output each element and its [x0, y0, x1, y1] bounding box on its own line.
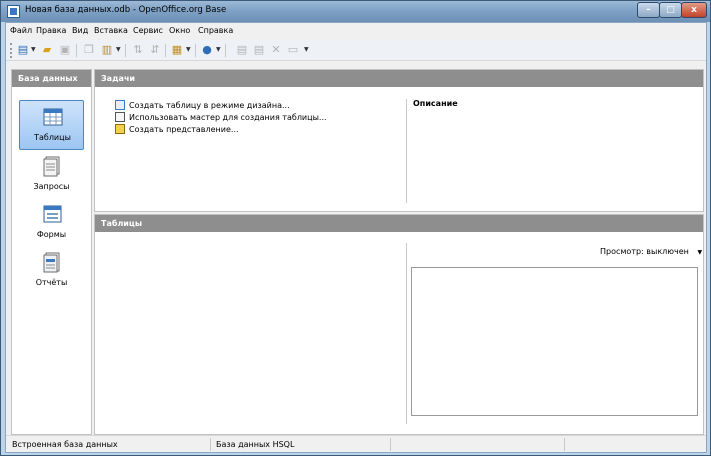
toolbar-grip[interactable] — [10, 43, 12, 58]
paste-icon[interactable]: ▥ — [100, 43, 114, 57]
sidebar-item-forms[interactable]: Формы — [19, 198, 84, 248]
preview-area — [411, 267, 698, 416]
new-dropdown-icon[interactable]: ▼ — [31, 45, 37, 55]
form-icon — [43, 205, 62, 223]
menu-edit[interactable]: Правка — [36, 26, 66, 35]
status-separator — [210, 438, 211, 451]
tables-panel: Таблицы Просмотр: выключен ▼ — [94, 214, 704, 435]
task-create-view[interactable]: Создать представление... — [115, 124, 239, 136]
table-icon — [43, 108, 63, 126]
form-icon[interactable]: ▦ — [170, 43, 184, 57]
open-folder-icon[interactable]: ▰ — [40, 43, 54, 57]
toolbar-separator — [195, 44, 196, 57]
task-create-table-design[interactable]: Создать таблицу в режиме дизайна... — [115, 100, 290, 112]
menu-help[interactable]: Справка — [198, 26, 233, 35]
wizard-icon — [115, 112, 125, 122]
menu-window[interactable]: Окно — [169, 26, 190, 35]
sidebar-item-label: Формы — [36, 230, 67, 239]
delete-icon[interactable]: ✕ — [269, 43, 283, 57]
new-document-icon[interactable]: ▤ — [16, 43, 30, 57]
client-area: Файл Правка Вид Вставка Сервис Окно Спра… — [5, 22, 707, 453]
database-sidebar: База данных Таблицы Запросы Формы Отчёты — [11, 69, 92, 435]
toolbar-separator — [76, 44, 77, 57]
description-title: Описание — [413, 99, 458, 108]
menu-tools[interactable]: Сервис — [133, 26, 163, 35]
minimize-button[interactable]: – — [637, 2, 660, 18]
tasks-panel: Задачи Создать таблицу в режиме дизайна.… — [94, 69, 704, 212]
save-icon[interactable]: ▣ — [58, 43, 72, 57]
status-separator — [390, 438, 391, 451]
report-icon — [43, 252, 60, 273]
form-dropdown-icon[interactable]: ▼ — [186, 45, 192, 55]
menu-bar: Файл Правка Вид Вставка Сервис Окно Спра… — [6, 23, 706, 40]
sidebar-item-tables[interactable]: Таблицы — [19, 100, 84, 150]
help-icon[interactable]: ● — [200, 43, 214, 57]
sidebar-item-label: Таблицы — [34, 133, 71, 142]
toolbar-separator — [225, 44, 226, 57]
copy-icon[interactable]: ❐ — [82, 43, 96, 57]
rename-icon[interactable]: ▭ — [286, 43, 300, 57]
status-db-type: База данных HSQL — [216, 440, 295, 449]
toolbar-overflow-icon[interactable]: ▼ — [304, 45, 310, 55]
tasks-header: Задачи — [95, 70, 703, 87]
tasks-divider — [406, 99, 407, 203]
view-icon — [115, 124, 125, 134]
toolbar-separator — [125, 44, 126, 57]
paste-dropdown-icon[interactable]: ▼ — [116, 45, 122, 55]
sidebar-header: База данных — [12, 70, 91, 87]
menu-view[interactable]: Вид — [72, 26, 88, 35]
close-button[interactable]: x — [681, 2, 707, 18]
status-embedded-db: Встроенная база данных — [12, 440, 118, 449]
chevron-down-icon: ▼ — [697, 249, 703, 256]
table-view-icon[interactable]: ▤ — [235, 43, 249, 57]
tables-header: Таблицы — [95, 215, 703, 232]
window-title: Новая база данных.odb - OpenOffice.org B… — [25, 5, 227, 15]
task-label: Использовать мастер для создания таблицы… — [129, 113, 327, 122]
standard-toolbar: ▤ ▼ ▰ ▣ ❐ ▥ ▼ ⇅ ⇵ ▦ ▼ ● ▼ ▤ ▤ ✕ ▭ ▼ — [6, 40, 706, 61]
query-view-icon[interactable]: ▤ — [252, 43, 266, 57]
sort-descending-icon[interactable]: ⇵ — [148, 43, 162, 57]
sidebar-item-label: Запросы — [33, 182, 70, 191]
query-icon — [43, 156, 60, 177]
app-icon[interactable] — [7, 5, 20, 18]
task-table-wizard[interactable]: Использовать мастер для создания таблицы… — [115, 112, 327, 124]
menu-file[interactable]: Файл — [10, 26, 32, 35]
sidebar-item-reports[interactable]: Отчёты — [19, 246, 84, 296]
tables-divider — [406, 243, 407, 424]
sidebar-item-queries[interactable]: Запросы — [19, 150, 84, 200]
maximize-button[interactable]: □ — [659, 2, 682, 18]
menu-insert[interactable]: Вставка — [94, 26, 128, 35]
toolbar-separator — [165, 44, 166, 57]
task-label: Создать представление... — [129, 125, 239, 134]
help-dropdown-icon[interactable]: ▼ — [216, 45, 222, 55]
app-window: Новая база данных.odb - OpenOffice.org B… — [0, 0, 711, 456]
task-label: Создать таблицу в режиме дизайна... — [129, 101, 290, 110]
preview-dropdown[interactable]: Просмотр: выключен ▼ — [600, 247, 702, 256]
preview-label: Просмотр: выключен — [600, 247, 689, 256]
status-separator — [564, 438, 565, 451]
table-design-icon — [115, 100, 125, 110]
title-bar[interactable]: Новая база данных.odb - OpenOffice.org B… — [1, 1, 710, 22]
sidebar-item-label: Отчёты — [35, 278, 68, 287]
status-bar: Встроенная база данных База данных HSQL — [6, 435, 706, 452]
sort-ascending-icon[interactable]: ⇅ — [131, 43, 145, 57]
